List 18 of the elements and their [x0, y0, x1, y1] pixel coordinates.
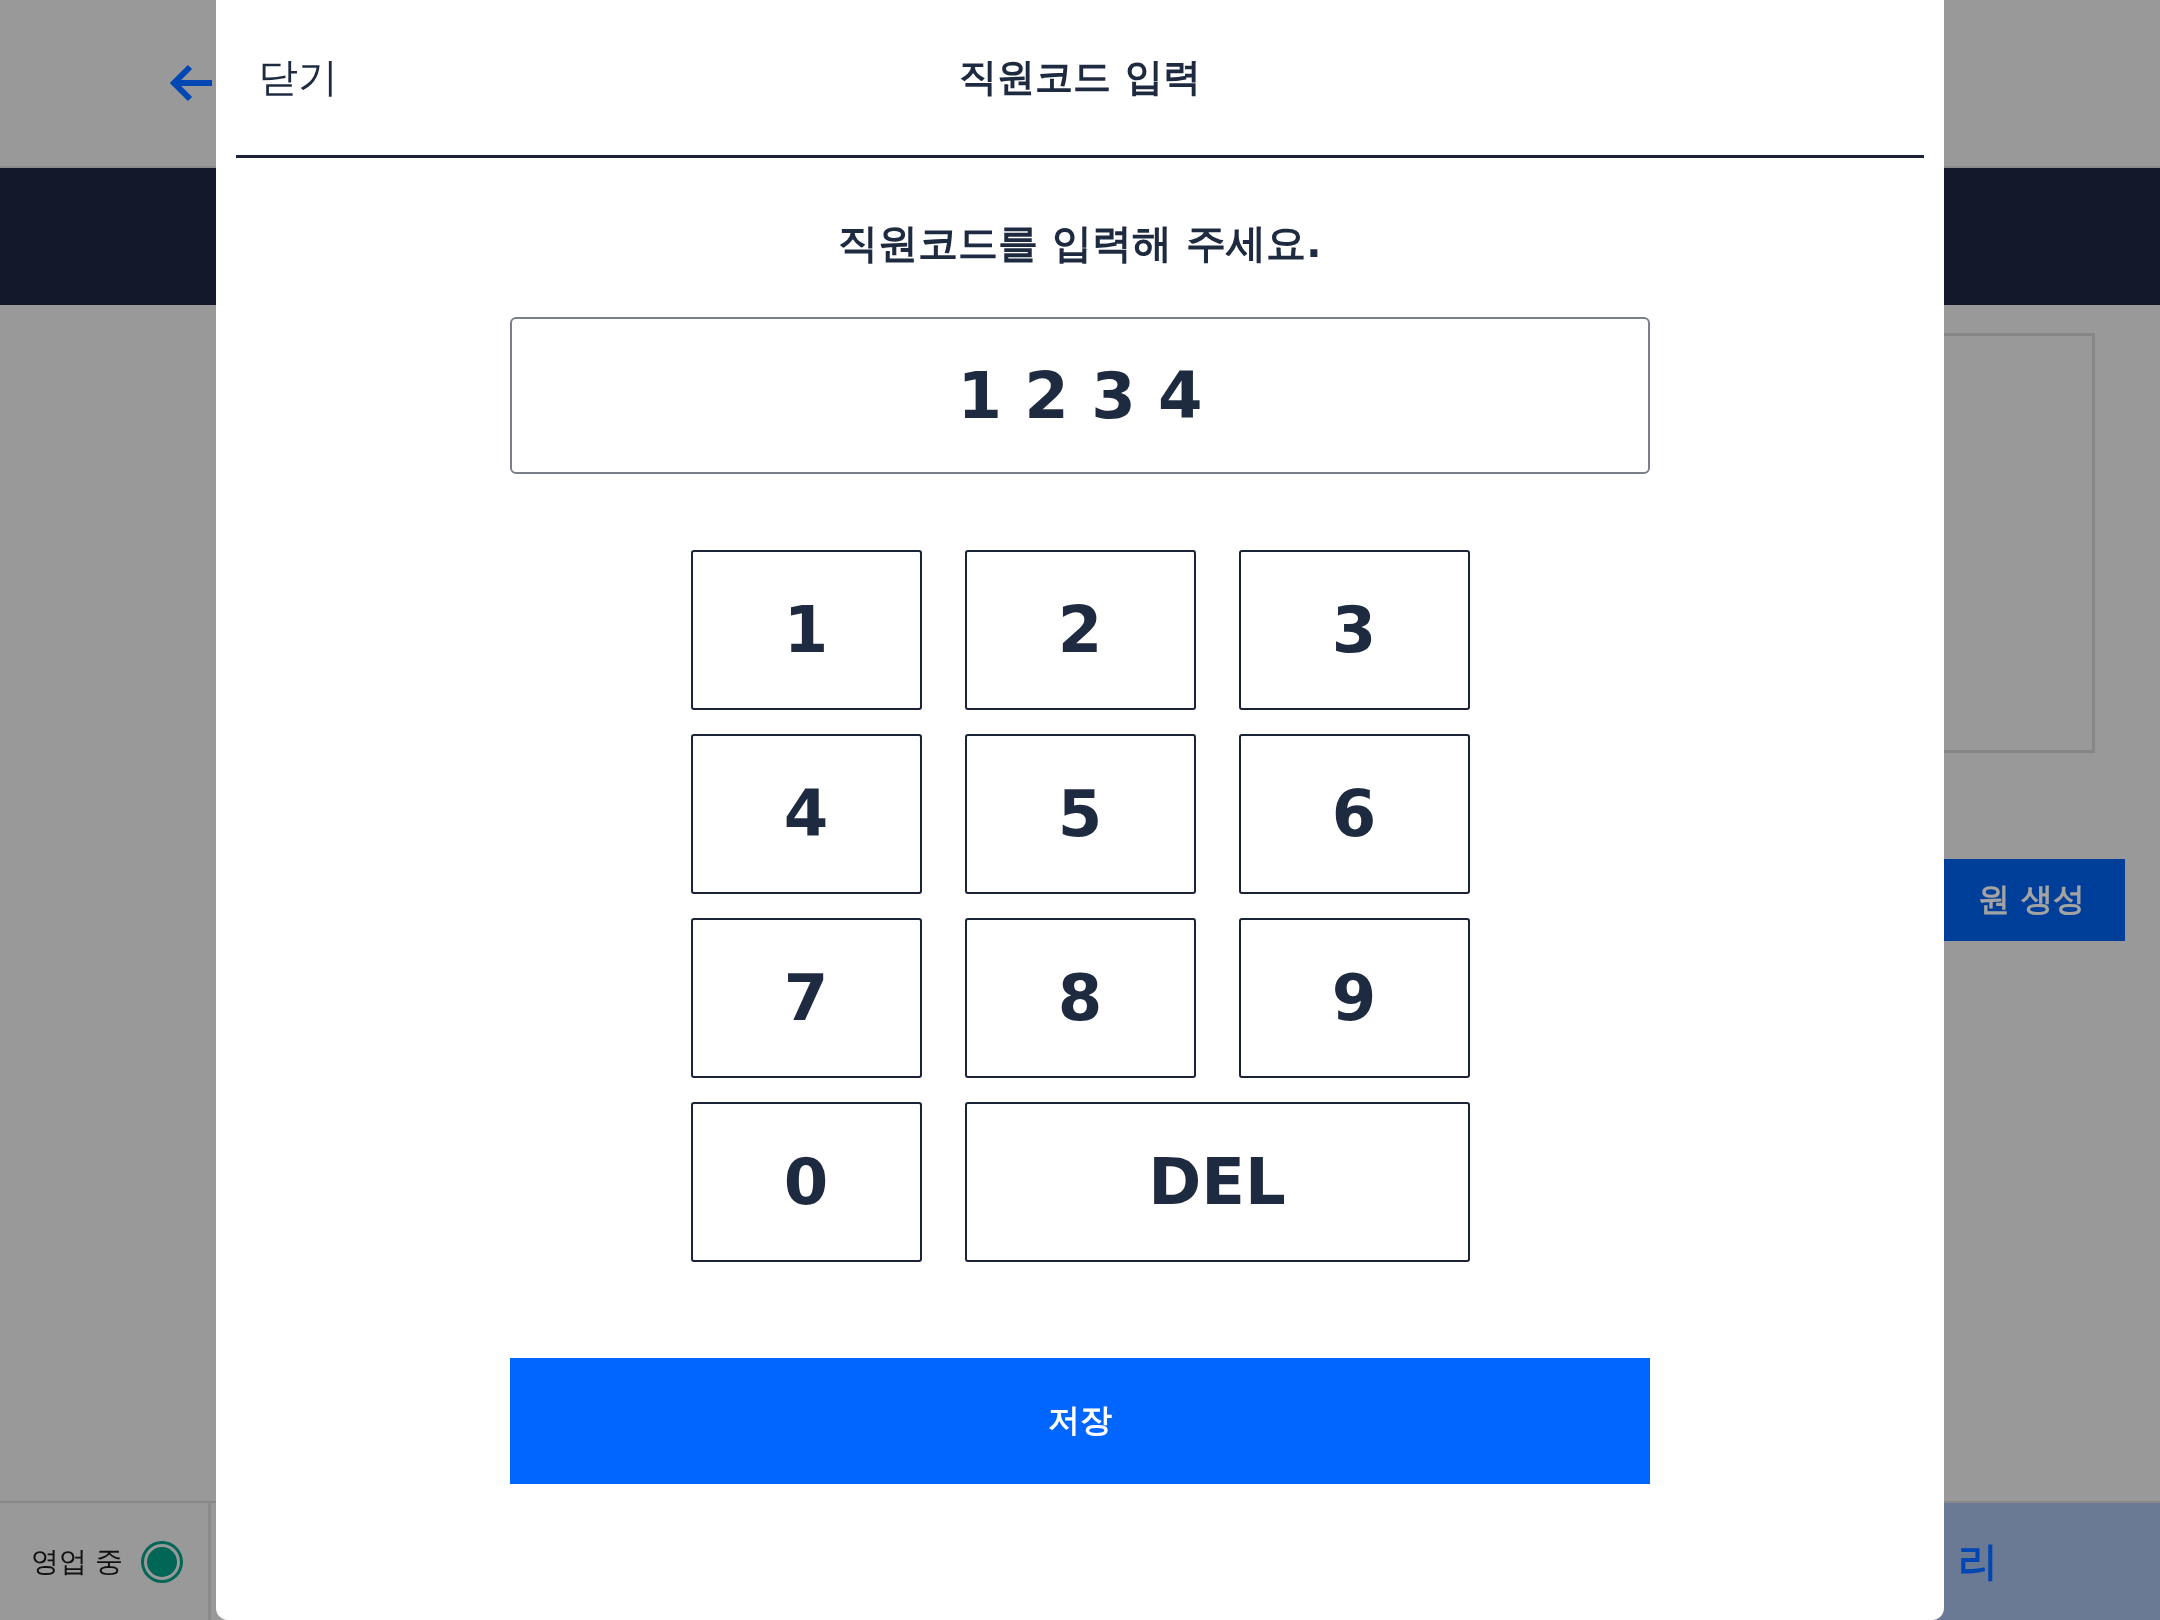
digit-key[interactable]: 8 — [964, 918, 1196, 1078]
digit-key[interactable]: 9 — [1238, 918, 1470, 1078]
save-button[interactable]: 저장 — [510, 1358, 1650, 1484]
dialog-title: 직원코드 입력 — [959, 55, 1201, 99]
digit-key[interactable]: 2 — [964, 550, 1196, 710]
digit-key[interactable]: 7 — [690, 918, 922, 1078]
delete-key[interactable]: DEL — [964, 1102, 1470, 1262]
status-label: 영업 중 — [30, 1543, 124, 1580]
digit-key[interactable]: 6 — [1238, 734, 1470, 894]
digit-key[interactable]: 4 — [690, 734, 922, 894]
digit-key[interactable]: 3 — [1238, 550, 1470, 710]
prompt-text: 직원코드를 입력해 주세요. — [838, 219, 1322, 268]
digit-key[interactable]: 5 — [964, 734, 1196, 894]
digit-key[interactable]: 1 — [690, 550, 922, 710]
close-button[interactable]: 닫기 — [236, 50, 338, 105]
code-input-field[interactable]: 1 2 3 4 — [510, 317, 1650, 474]
back-arrow-icon[interactable] — [170, 63, 214, 103]
digit-key[interactable]: 0 — [690, 1102, 922, 1262]
